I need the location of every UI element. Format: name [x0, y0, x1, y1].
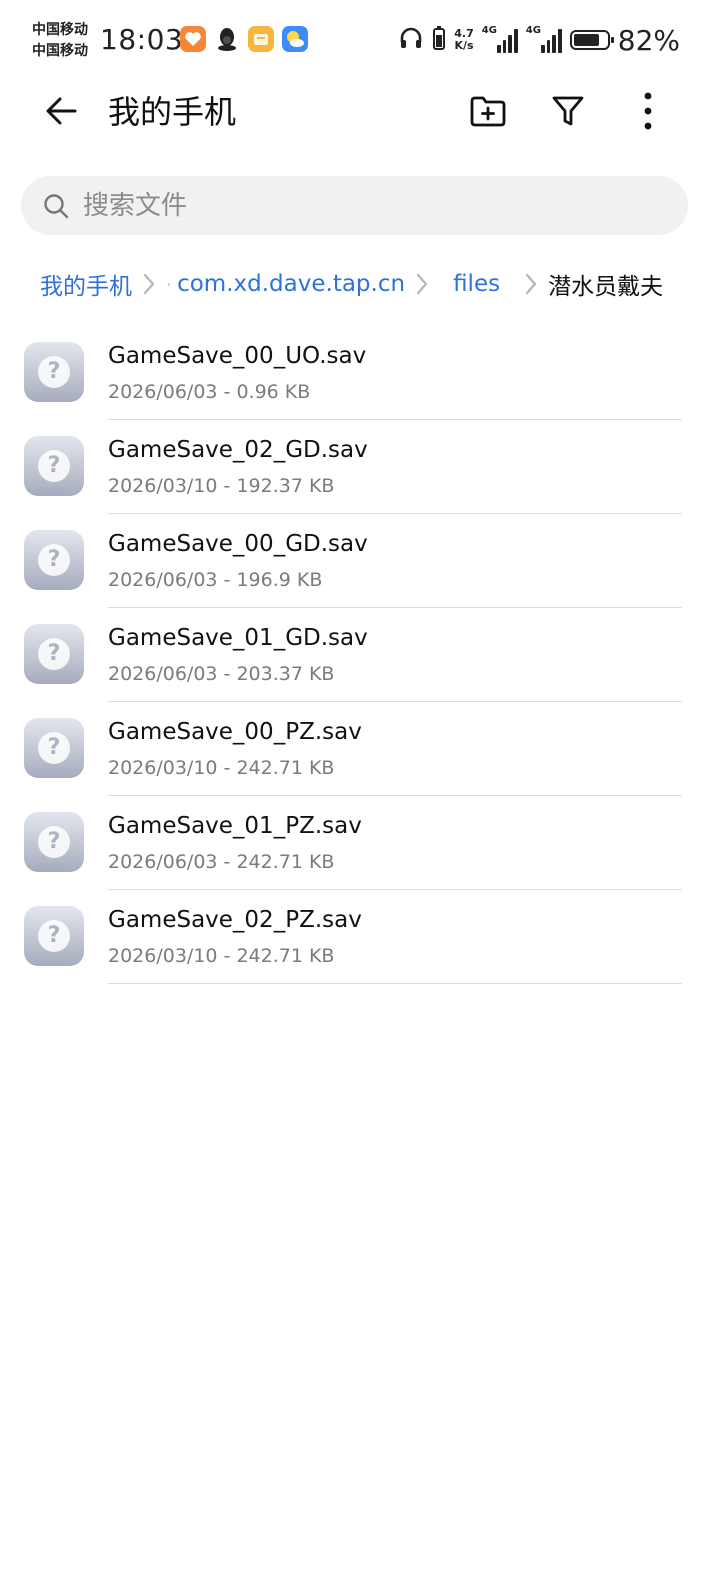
file-name: GameSave_02_PZ.sav: [108, 907, 362, 933]
file-meta: 2026/06/03 - 196.9 KB: [108, 569, 323, 591]
carrier-1: 中国移动: [32, 22, 88, 38]
file-row[interactable]: ? GameSave_01_PZ.sav 2026/06/03 - 242.71 K…: [0, 796, 720, 890]
weather-app-icon: [282, 26, 308, 52]
carrier-labels: 中国移动 中国移动: [32, 20, 88, 62]
more-options-button[interactable]: [623, 88, 673, 138]
file-meta: 2026/03/10 - 242.71 KB: [108, 945, 335, 967]
battery-percent: 82%: [617, 23, 680, 57]
new-folder-button[interactable]: [463, 88, 513, 138]
file-meta: 2026/03/10 - 192.37 KB: [108, 475, 335, 497]
chevron-right-icon: [514, 272, 548, 296]
battery-icon: [569, 30, 614, 50]
chevron-right-icon: [405, 272, 439, 296]
question-mark-icon: ?: [38, 356, 70, 388]
search-icon: [41, 191, 71, 221]
file-name: GameSave_00_PZ.sav: [108, 719, 362, 745]
status-icons: 4.7 K/s 4G 4G 82%: [398, 22, 680, 58]
unknown-file-icon: ?: [24, 624, 84, 684]
chevron-right-icon: [132, 272, 166, 296]
unknown-file-icon: ?: [24, 342, 84, 402]
file-row[interactable]: ? GameSave_00_GD.sav 2026/06/03 - 196.9 KB: [0, 514, 720, 608]
question-mark-icon: ?: [38, 638, 70, 670]
health-app-icon: [180, 26, 206, 52]
qq-icon: [214, 26, 240, 52]
unknown-file-icon: ?: [24, 436, 84, 496]
file-name: GameSave_00_UO.sav: [108, 343, 367, 369]
file-row[interactable]: ? GameSave_02_GD.sav 2026/03/10 - 192.37 K…: [0, 420, 720, 514]
file-name: GameSave_01_PZ.sav: [108, 813, 362, 839]
status-bar: 中国移动 中国移动 18:03 4.7 K/s 4G 4G 82%: [0, 0, 720, 80]
divider: [108, 983, 682, 984]
breadcrumb-item-files[interactable]: files: [453, 271, 500, 297]
new-folder-icon: [469, 92, 507, 134]
file-row[interactable]: ? GameSave_00_PZ.sav 2026/03/10 - 242.71 K…: [0, 702, 720, 796]
signal-sim2-icon: 4G: [526, 25, 562, 53]
file-row[interactable]: ? GameSave_02_PZ.sav 2026/03/10 - 242.71 K…: [0, 890, 720, 984]
question-mark-icon: ?: [38, 920, 70, 952]
file-row[interactable]: ? GameSave_01_GD.sav 2026/06/03 - 203.37 K…: [0, 608, 720, 702]
signal-sim1-icon: 4G: [482, 25, 518, 53]
unknown-file-icon: ?: [24, 530, 84, 590]
file-row[interactable]: ? GameSave_00_UO.sav 2026/06/03 - 0.96 KB: [0, 326, 720, 420]
memo-app-icon: [248, 26, 274, 52]
question-mark-icon: ?: [38, 544, 70, 576]
carrier-2: 中国移动: [32, 43, 88, 59]
breadcrumb-item-my-phone[interactable]: 我的手机: [40, 267, 132, 301]
unknown-file-icon: ?: [24, 906, 84, 966]
breadcrumb: 我的手机 ⋅ com.xd.dave.tap.cn files 潜水员戴夫: [40, 262, 690, 306]
unknown-file-icon: ?: [24, 812, 84, 872]
filter-button[interactable]: [543, 88, 593, 138]
unknown-file-icon: ?: [24, 718, 84, 778]
clock: 18:03: [100, 23, 184, 56]
file-meta: 2026/06/03 - 0.96 KB: [108, 381, 311, 403]
app-bar: 我的手机: [0, 80, 720, 144]
network-speed: 4.7 K/s: [454, 27, 474, 52]
file-name: GameSave_00_GD.sav: [108, 531, 368, 557]
question-mark-icon: ?: [38, 826, 70, 858]
back-button[interactable]: [36, 88, 86, 138]
more-vertical-icon: [643, 92, 653, 134]
phone-battery-icon: [432, 25, 446, 55]
file-name: GameSave_02_GD.sav: [108, 437, 368, 463]
question-mark-icon: ?: [38, 732, 70, 764]
file-list: ? GameSave_00_UO.sav 2026/06/03 - 0.96 KB?…: [0, 326, 720, 984]
file-meta: 2026/03/10 - 242.71 KB: [108, 757, 335, 779]
page-title: 我的手机: [108, 93, 237, 131]
arrow-left-icon: [41, 91, 81, 135]
search-bar[interactable]: [21, 176, 688, 235]
search-input[interactable]: [81, 189, 645, 222]
file-meta: 2026/06/03 - 203.37 KB: [108, 663, 335, 685]
breadcrumb-item-package[interactable]: com.xd.dave.tap.cn: [177, 271, 405, 297]
file-name: GameSave_01_GD.sav: [108, 625, 368, 651]
breadcrumb-overflow-icon: ⋅: [166, 274, 172, 294]
filter-icon: [550, 93, 586, 133]
breadcrumb-item-current: 潜水员戴夫: [548, 274, 664, 300]
file-meta: 2026/06/03 - 242.71 KB: [108, 851, 335, 873]
headphones-icon: [398, 25, 424, 55]
question-mark-icon: ?: [38, 450, 70, 482]
